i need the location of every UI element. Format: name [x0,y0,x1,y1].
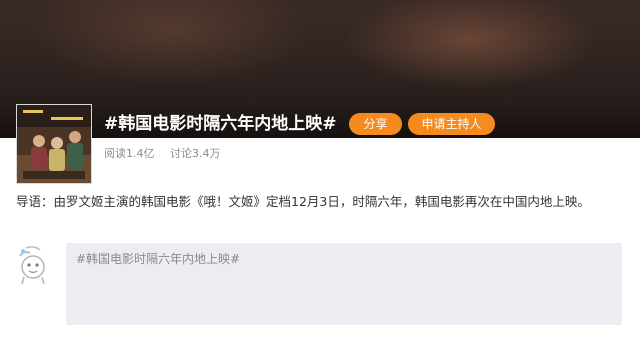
topic-stats: 阅读1.4亿 讨论3.4万 [104,146,233,162]
movie-poster [16,104,92,184]
comment-composer[interactable]: #韩国电影时隔六年内地上映# [66,243,622,325]
share-button[interactable]: 分享 [349,113,402,135]
composer-text: #韩国电影时隔六年内地上映# [76,252,241,266]
read-count: 阅读1.4亿 [104,147,155,160]
topic-title: #韩国电影时隔六年内地上映# [104,114,337,134]
discussion-count: 讨论3.4万 [170,147,221,160]
apply-host-button[interactable]: 申请主持人 [408,113,495,135]
user-avatar-icon [14,244,54,286]
topic-intro: 导语：由罗文姬主演的韩国电影《哦！文姬》定档12月3日，时隔六年，韩国电影再次在… [16,194,590,209]
